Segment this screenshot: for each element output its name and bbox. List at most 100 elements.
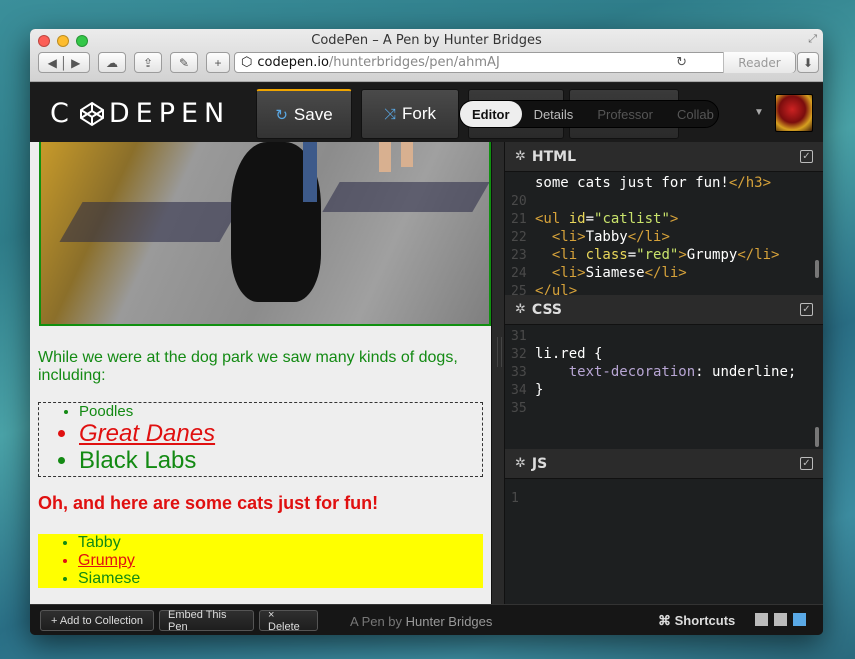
- cloud-icon: ☁: [106, 55, 118, 70]
- wrench-icon: ✎: [178, 55, 190, 70]
- css-pane-header[interactable]: ✲ CSS ✓: [505, 295, 823, 325]
- code-line: 34}: [505, 381, 823, 399]
- code-line: 1: [505, 489, 823, 507]
- user-menu-chevron-down-icon[interactable]: ▼: [754, 107, 764, 118]
- line-number: 23: [511, 248, 527, 263]
- code-line: 32 li.red {: [505, 345, 823, 363]
- delete-button[interactable]: × Delete: [259, 609, 318, 633]
- html-code-editor[interactable]: some cats just for fun!</h3> 20 21 <ul id…: [505, 172, 823, 295]
- list-item: Grumpy: [78, 552, 483, 570]
- css-code-editor[interactable]: 31 32 li.red { 33 text-decoration: underl…: [505, 325, 823, 449]
- tab-editor[interactable]: Editor: [460, 101, 522, 127]
- code-line: 25 </ul>: [505, 282, 823, 295]
- line-number: 24: [511, 266, 527, 281]
- editor-panes: ✲ HTML ✓ some cats just for fun!</h3> 20…: [505, 142, 823, 604]
- result-preview: While we were at the dog park we saw man…: [30, 142, 491, 604]
- gear-icon[interactable]: ✲: [515, 149, 526, 164]
- checkbox-icon[interactable]: ✓: [800, 303, 813, 316]
- line-number: 34: [511, 383, 527, 398]
- photo-shadow: [322, 182, 489, 212]
- logo-text: DEPEN: [108, 98, 231, 129]
- js-pane-header[interactable]: ✲ JS ✓: [505, 449, 823, 479]
- fork-label: Fork: [402, 104, 436, 123]
- download-icon: ⬇: [802, 55, 814, 70]
- browser-toolbar: ◀ │ ▶ ☁ ⇪ ✎ + ⬡ codepen.io/hunterbridges…: [38, 52, 819, 74]
- avatar[interactable]: [775, 94, 813, 132]
- developer-tools-button[interactable]: ✎: [170, 52, 198, 73]
- layout-left-icon[interactable]: [755, 613, 768, 626]
- js-code-editor[interactable]: 1: [505, 479, 823, 604]
- reader-button[interactable]: Reader: [723, 52, 795, 73]
- pen-byline: A Pen by Hunter Bridges: [350, 614, 492, 629]
- code-line: 20: [505, 192, 823, 210]
- tab-details[interactable]: Details: [522, 107, 586, 122]
- gear-icon[interactable]: ✲: [515, 302, 526, 317]
- code-line: 21 <ul id="catlist">: [505, 210, 823, 228]
- site-favicon-icon: ⬡: [241, 55, 253, 70]
- codepen-cube-icon: [79, 101, 104, 126]
- html-scrollbar[interactable]: [815, 260, 819, 278]
- code-line: 31: [505, 327, 823, 345]
- footer-bar: + Add to Collection Embed This Pen × Del…: [30, 604, 823, 635]
- pane-title: CSS: [531, 301, 562, 318]
- plus-icon: +: [214, 55, 222, 70]
- back-forward-buttons[interactable]: ◀ │ ▶: [38, 52, 90, 73]
- icloud-tabs-button[interactable]: ☁: [98, 52, 126, 73]
- code-line: 33 text-decoration: underline;: [505, 363, 823, 381]
- line-number: 31: [511, 329, 527, 344]
- save-button[interactable]: ↻ Save: [256, 89, 352, 139]
- tab-collab[interactable]: Collab: [665, 107, 726, 122]
- save-label: Save: [293, 104, 333, 124]
- pane-resize-handle[interactable]: [491, 142, 505, 604]
- cat-list: Tabby Grumpy Siamese: [38, 534, 483, 588]
- photo-shadow: [59, 202, 243, 242]
- shortcuts-button[interactable]: ⌘ Shortcuts: [658, 613, 735, 629]
- checkbox-icon[interactable]: ✓: [800, 150, 813, 163]
- window-title: CodePen – A Pen by Hunter Bridges: [311, 33, 542, 48]
- downloads-button[interactable]: ⬇: [797, 52, 819, 73]
- dog-list-box: Poodles Great Danes Black Labs: [38, 402, 483, 477]
- html-pane-header[interactable]: ✲ HTML ✓: [505, 142, 823, 172]
- line-number: 22: [511, 230, 527, 245]
- codepen-header: C DEPEN ↻ Save ⤨ Fork Editor Details Pro…: [30, 83, 823, 142]
- checkbox-icon[interactable]: ✓: [800, 457, 813, 470]
- fullscreen-icon[interactable]: ⤢: [808, 33, 817, 46]
- dog-list: Poodles Great Danes Black Labs: [39, 403, 482, 475]
- forward-arrow-icon[interactable]: ▶: [71, 56, 80, 70]
- pane-title: JS: [531, 455, 548, 472]
- list-item: Poodles: [79, 403, 482, 420]
- embed-pen-button[interactable]: Embed This Pen: [159, 609, 254, 633]
- layout-top-icon[interactable]: [774, 613, 787, 626]
- code-line: some cats just for fun!</h3>: [535, 175, 772, 191]
- layout-right-icon[interactable]: [793, 613, 806, 626]
- share-button[interactable]: ⇪: [134, 52, 162, 73]
- add-to-collection-button[interactable]: + Add to Collection: [40, 610, 154, 631]
- refresh-icon: ↻: [275, 106, 288, 124]
- list-item: Tabby: [78, 534, 483, 552]
- gear-icon[interactable]: ✲: [515, 456, 526, 471]
- browser-window: CodePen – A Pen by Hunter Bridges ⤢ ◀ │ …: [30, 29, 823, 635]
- photo-person-leg: [303, 142, 317, 202]
- view-mode-tabs: Editor Details Professor Collab: [459, 100, 719, 128]
- title-bar: CodePen – A Pen by Hunter Bridges ⤢ ◀ │ …: [30, 29, 823, 82]
- line-number: 35: [511, 401, 527, 416]
- line-number: 21: [511, 212, 527, 227]
- pane-title: HTML: [531, 148, 577, 165]
- code-line: 23 <li class="red">Grumpy</li>: [505, 246, 823, 264]
- line-number: 25: [511, 284, 527, 295]
- dog-park-photo: [39, 142, 491, 326]
- back-arrow-icon[interactable]: ◀: [48, 56, 57, 70]
- line-number: 1: [511, 491, 519, 506]
- list-item: Siamese: [78, 570, 483, 588]
- reload-icon[interactable]: ↻: [676, 55, 687, 70]
- tab-professor[interactable]: Professor: [585, 107, 665, 122]
- author-name[interactable]: Hunter Bridges: [406, 614, 493, 629]
- url-host: codepen.io: [257, 55, 329, 70]
- new-tab-button[interactable]: +: [206, 52, 230, 73]
- address-bar[interactable]: ⬡ codepen.io/hunterbridges/pen/ahmAJ ↻ R…: [234, 52, 796, 73]
- layout-switcher: [755, 613, 806, 626]
- photo-person-leg: [379, 142, 391, 172]
- css-scrollbar[interactable]: [815, 427, 819, 447]
- fork-button[interactable]: ⤨ Fork: [361, 89, 459, 139]
- codepen-logo[interactable]: C DEPEN: [50, 98, 230, 129]
